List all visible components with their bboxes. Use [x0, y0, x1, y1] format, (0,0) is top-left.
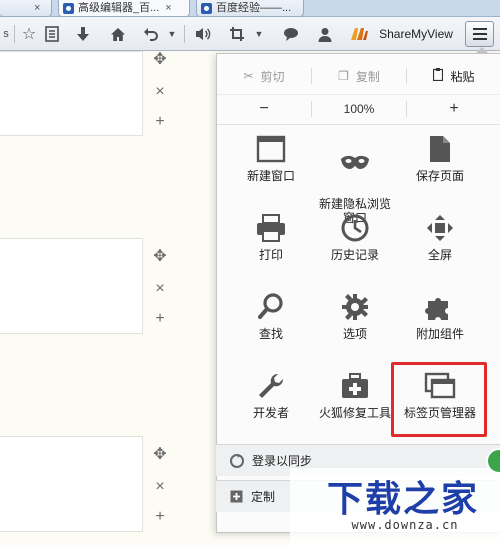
tab-strip: × 高级编辑器_百... × 百度经验——... [0, 0, 500, 17]
content-block [0, 238, 143, 334]
scissors-icon: ✂ [243, 69, 254, 83]
menu-item-options[interactable]: 选项 [312, 293, 398, 341]
new-window-icon [256, 135, 286, 163]
zoom-reset-button[interactable]: 100% [312, 102, 406, 116]
copy-label: 复制 [355, 69, 380, 84]
chevron-down-icon[interactable]: ▼ [252, 22, 266, 46]
speaker-icon[interactable] [192, 22, 214, 46]
cut-button[interactable]: ✂ 剪切 [217, 68, 311, 85]
cut-label: 剪切 [260, 69, 285, 84]
move-icon[interactable]: ✥ [150, 247, 170, 267]
save-page-icon [430, 136, 450, 162]
close-icon[interactable]: × [150, 82, 170, 102]
menu-item-addons[interactable]: 附加组件 [397, 293, 483, 341]
copy-button[interactable]: ❐ 复制 [312, 68, 406, 85]
add-icon[interactable]: + [150, 112, 170, 132]
repair-kit-icon [342, 373, 368, 398]
toolbar-divider [184, 25, 185, 43]
menu-item-new-window[interactable]: 新建窗口 [228, 135, 314, 183]
menu-item-label: 保存页面 [415, 169, 464, 183]
customize-plus-icon [230, 490, 243, 503]
watermark-logo: 下载之家 [326, 479, 479, 520]
menu-item-history[interactable]: 历史记录 [312, 214, 398, 262]
watermark-url: www.downza.cn [351, 518, 459, 532]
sync-icon [230, 453, 244, 468]
sharemyview-icon[interactable] [348, 22, 370, 46]
baidu-favicon-icon [63, 2, 74, 14]
menu-item-fullscreen[interactable]: 全屏 [397, 214, 483, 262]
tab-title: 高级编辑器_百... [78, 1, 160, 14]
download-icon[interactable] [72, 22, 94, 46]
clipboard-icon [433, 68, 444, 84]
paste-button[interactable]: 粘贴 [407, 68, 500, 85]
content-block [0, 436, 143, 532]
menu-item-repair-tool[interactable]: 火狐修复工具 [312, 372, 398, 420]
tab-partial[interactable]: × [0, 0, 52, 17]
zoom-controls: − 100% + [217, 94, 500, 122]
sync-label: 登录以同步 [252, 454, 313, 468]
sharemyview-label[interactable]: ShareMyView [374, 22, 458, 46]
user-icon[interactable] [314, 22, 336, 46]
undo-icon[interactable] [140, 22, 162, 46]
menu-item-label: 开发者 [252, 406, 289, 420]
private-mask-icon [341, 155, 369, 169]
bookmark-star-icon[interactable]: ☆ [18, 22, 40, 46]
chevron-down-icon[interactable]: ▼ [165, 22, 179, 46]
menu-item-label: 全屏 [427, 248, 452, 262]
menu-item-label: 新建窗口 [246, 169, 295, 183]
add-icon[interactable]: + [150, 507, 170, 527]
add-icon[interactable]: + [150, 309, 170, 329]
panel-divider [217, 124, 500, 125]
toolbar-overflow-edge: s [3, 28, 9, 40]
fullscreen-icon [427, 215, 453, 241]
puzzle-icon [425, 298, 448, 320]
menu-item-label: 附加组件 [415, 327, 464, 341]
crop-icon[interactable] [226, 22, 248, 46]
gear-icon [342, 294, 368, 320]
customize-label: 定制 [251, 490, 276, 504]
tab-close-icon[interactable]: × [34, 2, 40, 15]
baidu-favicon-icon [201, 2, 212, 14]
magnifier-icon [258, 293, 283, 319]
tab-title: 百度经验——... [216, 1, 292, 14]
nav-toolbar: s ☆ ▼ ▼ ShareMyView [0, 17, 500, 51]
menu-item-label: 火狐修复工具 [318, 406, 391, 420]
close-icon[interactable]: × [150, 477, 170, 497]
hamburger-bar [472, 38, 487, 40]
paste-label: 粘贴 [450, 69, 475, 84]
bookmark-list-icon[interactable] [42, 22, 62, 46]
wrench-icon [259, 373, 284, 398]
zoom-out-button[interactable]: − [217, 100, 311, 118]
menu-item-save-page[interactable]: 保存页面 [397, 135, 483, 183]
move-icon[interactable]: ✥ [150, 445, 170, 465]
highlight-box [391, 362, 487, 437]
menu-item-print[interactable]: 打印 [228, 214, 314, 262]
close-icon[interactable]: × [150, 279, 170, 299]
menu-item-find[interactable]: 查找 [228, 293, 314, 341]
move-icon[interactable]: ✥ [150, 50, 170, 70]
printer-icon [257, 214, 285, 242]
menu-item-label: 历史记录 [330, 248, 379, 262]
zoom-in-button[interactable]: + [407, 100, 500, 118]
chat-bubble-icon[interactable] [280, 22, 302, 46]
home-icon[interactable] [107, 22, 129, 46]
menu-item-label: 查找 [258, 327, 283, 341]
tab-jingyan[interactable]: 百度经验——... [196, 0, 304, 17]
menu-item-label: 打印 [258, 248, 283, 262]
hamburger-bar [472, 28, 487, 30]
open-menu-button[interactable] [465, 21, 494, 47]
tab-editor[interactable]: 高级编辑器_百... × [58, 0, 190, 17]
history-clock-icon [341, 214, 369, 242]
hamburger-bar [472, 33, 487, 35]
menu-item-developer[interactable]: 开发者 [228, 372, 314, 420]
content-block [0, 51, 143, 136]
menu-item-label: 选项 [342, 327, 367, 341]
toolbar-divider [14, 25, 15, 43]
edit-controls: ✂ 剪切 ❐ 复制 粘贴 [217, 62, 500, 90]
copy-icon: ❐ [338, 69, 349, 83]
menu-item-private-window[interactable]: 新建隐私浏览 窗口 [312, 135, 398, 225]
tab-close-icon[interactable]: × [165, 2, 171, 15]
